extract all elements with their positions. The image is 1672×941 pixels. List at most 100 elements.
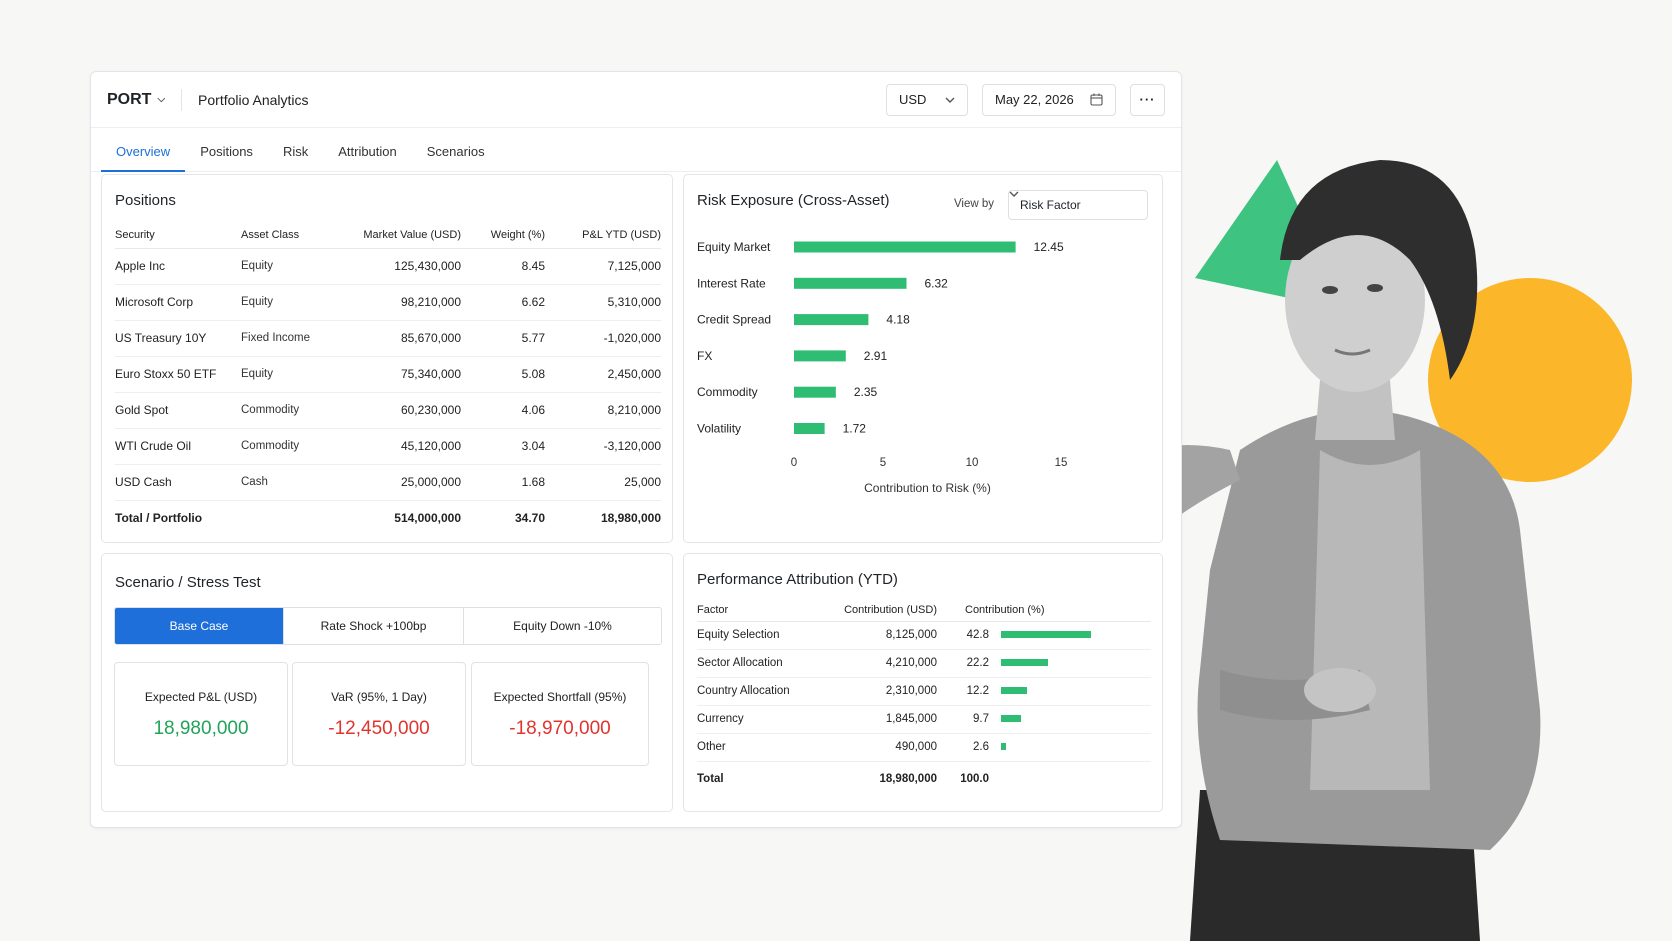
attribution-title: Performance Attribution (YTD) xyxy=(697,571,898,588)
bar[interactable] xyxy=(794,350,846,362)
table-row[interactable]: Euro Stoxx 50 ETF Equity 75,340,000 5.08 2,4… xyxy=(115,356,661,393)
contribution-usd-cell: 2,310,000 xyxy=(827,677,937,706)
table-row[interactable]: Currency 1,845,000 9.7 xyxy=(697,705,1151,734)
category-label: Equity Market xyxy=(697,240,771,254)
divider xyxy=(181,88,183,111)
value-label: 12.45 xyxy=(1034,240,1064,254)
contribution-pct-value: 12.2 xyxy=(966,685,989,697)
security-cell: US Treasury 10Y xyxy=(115,320,241,357)
column-header[interactable]: Security xyxy=(115,223,241,249)
contribution-bar xyxy=(1001,687,1027,695)
contribution-pct-value: 22.2 xyxy=(966,657,989,669)
table-row[interactable]: Country Allocation 2,310,000 12.2 xyxy=(697,677,1151,706)
contribution-pct-value: 2.6 xyxy=(973,741,989,753)
total-weight: 34.70 xyxy=(514,511,545,526)
table-row[interactable]: WTI Crude Oil Commodity 45,120,000 3.04 -3,1… xyxy=(115,428,661,465)
x-tick-label: 10 xyxy=(966,457,979,469)
date-picker[interactable]: May 22, 2026 xyxy=(982,83,1116,116)
pnl-cell: 25,000 xyxy=(545,464,661,501)
positions-table: Security Asset Class Market Value (USD) … xyxy=(115,223,661,536)
tab-bar: Overview Positions Risk Attribution Scen… xyxy=(91,128,1181,172)
column-header[interactable]: Asset Class xyxy=(241,223,331,249)
kpi-label: VaR (95%, 1 Day) xyxy=(331,690,427,704)
table-row[interactable]: US Treasury 10Y Fixed Income 85,670,000 5.7… xyxy=(115,320,661,357)
kpi-value: 18,980,000 xyxy=(153,718,249,739)
bar[interactable] xyxy=(794,386,836,398)
contribution-pct-cell: 9.7 xyxy=(937,705,1151,734)
kpi-var: VaR (95%, 1 Day) -12,450,000 xyxy=(292,662,466,766)
factor-cell: Sector Allocation xyxy=(697,649,827,678)
security-cell: USD Cash xyxy=(115,464,241,501)
weight-cell: 5.77 xyxy=(461,320,545,357)
scenario-rate-shock-button[interactable]: Rate Shock +100bp xyxy=(283,608,463,644)
table-row[interactable]: Sector Allocation 4,210,000 22.2 xyxy=(697,649,1151,678)
currency-select[interactable]: USD xyxy=(886,83,968,116)
market-value-cell: 125,430,000 xyxy=(331,248,461,285)
table-row[interactable]: USD Cash Cash 25,000,000 1.68 25,000 xyxy=(115,464,661,501)
total-row: Total / Portfolio 514,000,000 34.70 18,980,… xyxy=(115,500,661,536)
chevron-down-icon: ⌵ xyxy=(157,94,166,105)
more-options-button[interactable]: ··· xyxy=(1130,83,1165,116)
pnl-cell: 5,310,000 xyxy=(545,284,661,321)
column-header[interactable]: Contribution (%) xyxy=(937,600,1151,622)
contribution-bar xyxy=(1001,743,1007,751)
app-window: PORT ⌵ Portfolio Analytics USD May 22, 2… xyxy=(90,71,1182,828)
tab-risk[interactable]: Risk xyxy=(268,144,323,171)
value-label: 1.72 xyxy=(843,422,867,436)
bar[interactable] xyxy=(794,423,825,434)
factor-cell: Equity Selection xyxy=(697,621,827,650)
brand-name: PORT xyxy=(107,90,152,108)
asset-class-cell: Equity xyxy=(241,284,331,321)
asset-class-cell: Equity xyxy=(241,248,331,285)
asset-class-cell: Commodity xyxy=(241,428,331,465)
kpi-label: Expected P&L (USD) xyxy=(144,690,258,704)
pnl-cell: 7,125,000 xyxy=(545,248,661,285)
risk-exposure-card: Risk Exposure (Cross-Asset) View by Risk… xyxy=(683,174,1163,543)
security-cell: WTI Crude Oil xyxy=(115,428,241,465)
scenario-equity-down-button[interactable]: Equity Down -10% xyxy=(463,608,661,644)
total-label: Total / Portfolio xyxy=(115,511,203,526)
bar[interactable] xyxy=(794,241,1016,253)
scenario-base-case-button[interactable]: Base Case xyxy=(115,608,283,644)
bar[interactable] xyxy=(794,277,907,289)
column-header[interactable]: Factor xyxy=(697,600,827,622)
pnl-cell: 2,450,000 xyxy=(545,356,661,393)
contribution-pct-value: 9.7 xyxy=(973,713,989,725)
table-header-row: Factor Contribution (USD) Contribution (… xyxy=(697,600,1151,622)
table-header-row: Security Asset Class Market Value (USD) … xyxy=(115,223,661,249)
weight-cell: 3.04 xyxy=(461,428,545,465)
column-header[interactable]: P&L YTD (USD) xyxy=(545,223,661,249)
tab-attribution[interactable]: Attribution xyxy=(323,144,412,171)
asset-class-cell: Cash xyxy=(241,464,331,501)
scenario-card: Scenario / Stress Test Base Case Rate Sh… xyxy=(101,553,673,812)
column-header[interactable]: Weight (%) xyxy=(461,223,545,249)
tab-scenarios[interactable]: Scenarios xyxy=(412,144,500,171)
column-header[interactable]: Market Value (USD) xyxy=(331,223,461,249)
bar[interactable] xyxy=(794,314,869,326)
app-title: Portfolio Analytics xyxy=(198,91,309,108)
brand-menu[interactable]: PORT ⌵ xyxy=(107,91,165,109)
factor-cell: Other xyxy=(697,733,827,762)
value-label: 4.18 xyxy=(886,313,910,327)
tab-positions[interactable]: Positions xyxy=(185,144,268,171)
contribution-usd-cell: 490,000 xyxy=(827,733,937,762)
column-header[interactable]: Contribution (USD) xyxy=(827,600,937,622)
kpi-expected-shortfall: Expected Shortfall (95%) -18,970,000 xyxy=(471,662,649,766)
asset-class-cell: Fixed Income xyxy=(241,320,331,357)
total-pnl: 18,980,000 xyxy=(600,511,661,526)
date-value: May 22, 2026 xyxy=(995,92,1074,107)
tab-overview[interactable]: Overview xyxy=(101,144,186,172)
category-label: Commodity xyxy=(697,385,758,399)
market-value-cell: 60,230,000 xyxy=(331,392,461,429)
table-row[interactable]: Other 490,000 2.6 xyxy=(697,733,1151,762)
more-icon: ··· xyxy=(1139,92,1156,107)
total-row: Total 18,980,000 100.0 xyxy=(697,761,1151,797)
table-row[interactable]: Gold Spot Commodity 60,230,000 4.06 8,210,00… xyxy=(115,392,661,429)
contribution-pct-cell: 12.2 xyxy=(937,677,1151,706)
pnl-cell: -1,020,000 xyxy=(545,320,661,357)
market-value-cell: 85,670,000 xyxy=(331,320,461,357)
table-row[interactable]: Equity Selection 8,125,000 42.8 xyxy=(697,621,1151,650)
table-row[interactable]: Apple Inc Equity 125,430,000 8.45 7,125,000 xyxy=(115,248,661,285)
table-row[interactable]: Microsoft Corp Equity 98,210,000 6.62 5,310,… xyxy=(115,284,661,321)
security-cell: Gold Spot xyxy=(115,392,241,429)
